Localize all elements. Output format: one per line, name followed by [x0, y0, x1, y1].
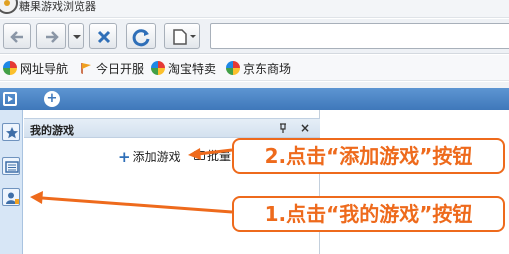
plus-icon: + — [118, 147, 131, 166]
batch-button[interactable]: 批量 — [194, 147, 231, 164]
panel-title: 我的游戏 — [30, 124, 74, 137]
chevron-down-icon — [73, 35, 81, 39]
nav-toolbar — [0, 19, 509, 54]
back-button[interactable] — [3, 23, 31, 49]
list-icon — [5, 161, 19, 173]
bookmarks-bar: 网址导航 今日开服 淘宝特卖 京东商场 — [0, 55, 509, 81]
bookmark-taobao[interactable]: 淘宝特卖 — [151, 59, 216, 77]
user-game-icon — [6, 192, 19, 204]
history-dropdown-button[interactable] — [68, 23, 84, 49]
batch-icon — [194, 151, 205, 160]
my-games-panel: 我的游戏 × + 添加游戏 批量 — [24, 110, 320, 254]
panel-header: 我的游戏 × — [24, 118, 320, 138]
bookmark-site-nav[interactable]: 网址导航 — [3, 59, 68, 77]
title-bar: 糖果游戏浏览器 — [0, 0, 509, 18]
app-logo-icon — [0, 0, 18, 14]
forward-arrow-icon — [46, 31, 59, 43]
annotation-step1: 1.点击“我的游戏”按钮 — [232, 196, 505, 232]
history-button[interactable] — [2, 157, 20, 175]
add-game-button[interactable]: + 添加游戏 — [118, 148, 181, 165]
forward-button[interactable] — [36, 23, 66, 49]
stop-button[interactable] — [89, 23, 117, 49]
bookmark-label: 网址导航 — [20, 61, 69, 76]
close-x-icon — [97, 30, 111, 44]
bookmark-label: 淘宝特卖 — [168, 61, 217, 76]
flag-icon — [81, 63, 91, 74]
tab-strip: + — [0, 88, 509, 110]
left-sidebar — [0, 110, 23, 254]
bookmark-label: 今日开服 — [96, 61, 145, 76]
bookmark-today-servers[interactable]: 今日开服 — [79, 59, 144, 77]
sidebar-toggle-icon[interactable] — [3, 92, 17, 106]
bookmark-jd[interactable]: 京东商场 — [226, 59, 291, 77]
window-title: 糖果游戏浏览器 — [19, 0, 96, 13]
colorful-ball-icon — [151, 61, 165, 75]
star-icon — [6, 127, 18, 139]
refresh-icon — [132, 29, 150, 47]
add-game-label: 添加游戏 — [132, 150, 181, 164]
colorful-ball-icon — [3, 61, 17, 75]
page-menu-button[interactable] — [164, 23, 200, 49]
favorites-button[interactable] — [2, 123, 20, 141]
content-area — [321, 110, 509, 254]
new-tab-button[interactable]: + — [44, 91, 60, 107]
address-bar[interactable] — [210, 23, 509, 49]
pin-icon[interactable] — [279, 123, 287, 133]
colorful-ball-icon — [226, 61, 240, 75]
refresh-button[interactable] — [126, 23, 156, 49]
bookmark-label: 京东商场 — [243, 61, 292, 76]
back-arrow-icon — [10, 31, 23, 43]
page-icon — [173, 29, 196, 45]
batch-label: 批量 — [207, 149, 232, 163]
annotation-step2: 2.点击“添加游戏”按钮 — [232, 138, 505, 174]
panel-close-icon[interactable]: × — [300, 121, 310, 135]
my-games-button[interactable] — [2, 188, 20, 206]
